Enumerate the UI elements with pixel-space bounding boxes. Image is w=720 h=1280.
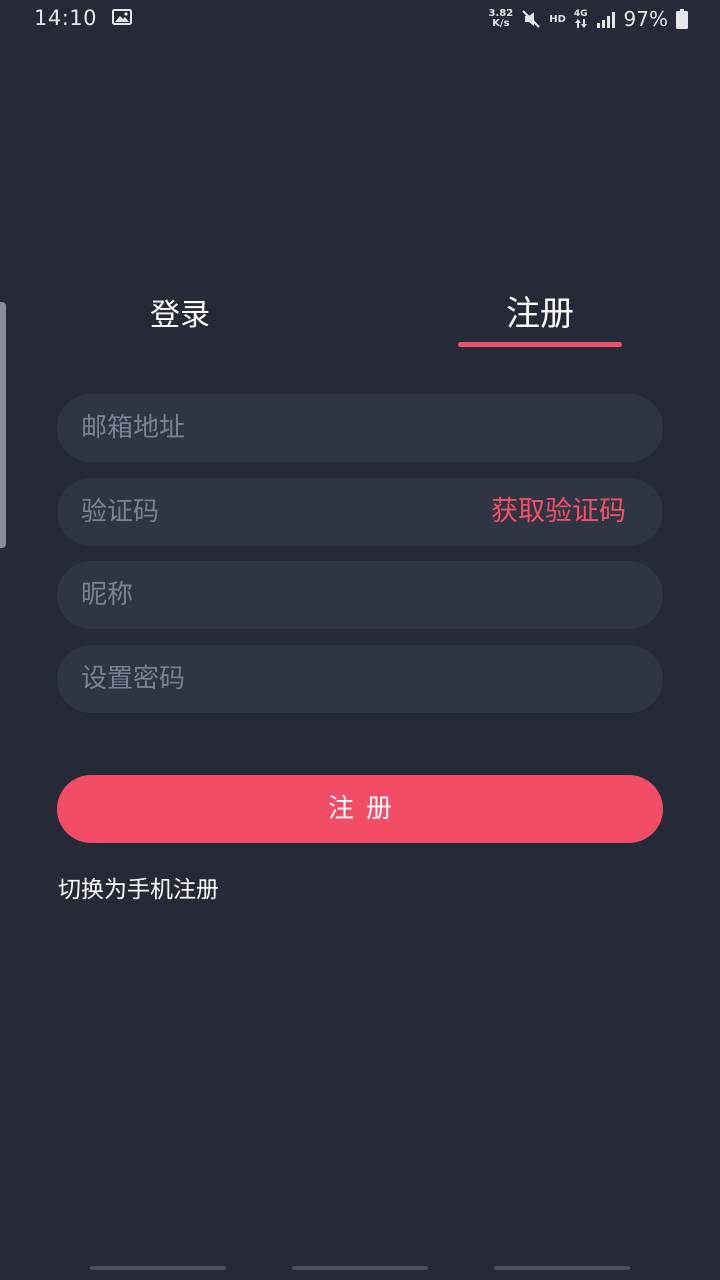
status-indicators: 3.82 K/s HD 4G 97% — [489, 4, 688, 34]
email-field — [57, 394, 663, 462]
nav-home-button[interactable] — [292, 1266, 428, 1270]
password-input[interactable] — [81, 645, 441, 713]
edge-panel-handle[interactable] — [0, 302, 6, 548]
battery-percent: 97% — [623, 7, 668, 31]
signal-icon — [596, 12, 615, 28]
register-button[interactable]: 注册 — [57, 775, 663, 843]
mute-icon — [522, 10, 540, 28]
nickname-field — [57, 561, 663, 629]
hd-label: HD — [549, 13, 566, 25]
nav-recent-button[interactable] — [90, 1266, 226, 1270]
email-input[interactable] — [81, 394, 441, 462]
nickname-input[interactable] — [81, 561, 441, 629]
register-screen: 14:10 3.82 K/s HD 4G 97% 登录 注册 邮箱地址 验证码 … — [0, 0, 720, 1280]
data-arrows-icon — [574, 19, 587, 28]
nav-back-button[interactable] — [494, 1266, 630, 1270]
network-speed: 3.82 K/s — [489, 9, 514, 29]
active-tab-indicator — [458, 342, 622, 347]
password-field — [57, 645, 663, 713]
get-code-button[interactable]: 获取验证码 — [491, 478, 626, 546]
verification-code-field: 获取验证码 — [57, 478, 663, 546]
network-type: 4G — [573, 9, 588, 19]
mobile-data-indicator: 4G — [574, 10, 588, 28]
battery-icon — [676, 9, 688, 29]
switch-to-phone-register-link[interactable]: 切换为手机注册 — [58, 870, 219, 904]
tab-register[interactable]: 注册 — [460, 286, 620, 336]
image-notification-icon — [112, 9, 132, 25]
verification-code-input[interactable] — [81, 478, 441, 546]
status-bar: 14:10 3.82 K/s HD 4G 97% — [0, 0, 720, 38]
network-speed-unit: K/s — [492, 18, 510, 29]
status-time: 14:10 — [34, 6, 98, 30]
tab-login[interactable]: 登录 — [100, 290, 260, 340]
